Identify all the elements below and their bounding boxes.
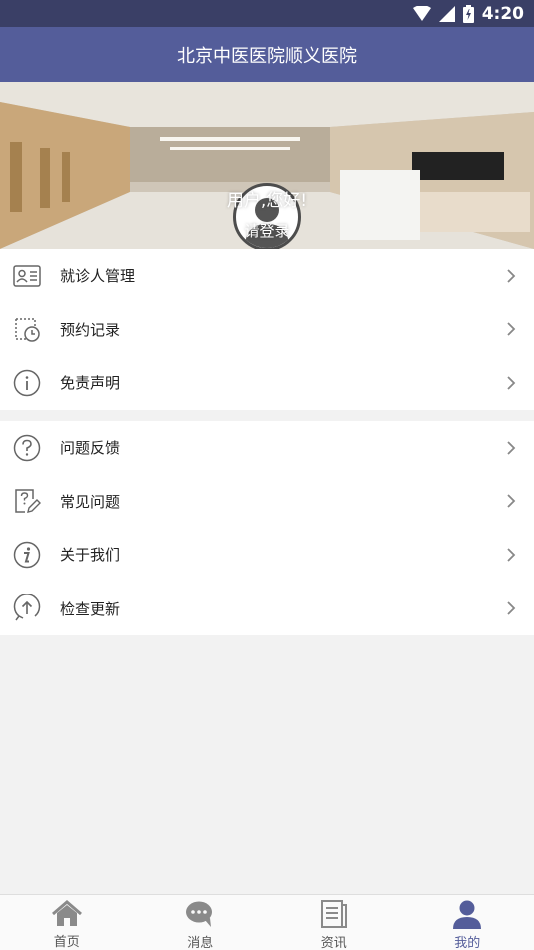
tab-mine[interactable]: 我的 xyxy=(401,895,534,950)
tab-label: 消息 xyxy=(187,936,214,950)
menu-item-faq[interactable]: 常见问题 xyxy=(0,475,534,529)
bottom-nav: 首页 消息 资讯 我的 xyxy=(0,894,534,950)
tab-label: 首页 xyxy=(53,935,80,950)
menu-label: 免责声明 xyxy=(60,374,121,393)
chevron-right-icon xyxy=(506,600,516,616)
menu-label: 关于我们 xyxy=(60,546,121,565)
signal-icon xyxy=(438,5,455,22)
menu-group-secondary: 问题反馈 常见问题 关于我们 检查更新 xyxy=(0,421,534,635)
page-title: 北京中医医院顺义医院 xyxy=(177,45,357,67)
tab-news[interactable]: 资讯 xyxy=(267,895,401,950)
status-bar: 4:20 xyxy=(0,0,534,27)
chevron-right-icon xyxy=(506,375,516,391)
app-header: 北京中医医院顺义医院 xyxy=(0,27,534,82)
home-icon xyxy=(51,899,83,928)
chevron-right-icon xyxy=(506,547,516,563)
menu-item-appointment-records[interactable]: 预约记录 xyxy=(0,303,534,357)
profile-banner: 用户,您好! 请登录 xyxy=(0,82,534,249)
chevron-right-icon xyxy=(506,493,516,509)
menu-label: 常见问题 xyxy=(60,492,121,511)
info-circle-icon xyxy=(12,368,42,398)
calendar-clock-icon xyxy=(12,314,42,344)
chat-icon xyxy=(184,899,216,929)
chevron-right-icon xyxy=(506,321,516,337)
tab-home[interactable]: 首页 xyxy=(0,895,134,950)
menu-item-check-update[interactable]: 检查更新 xyxy=(0,582,534,636)
person-icon xyxy=(451,899,483,929)
chevron-right-icon xyxy=(506,268,516,284)
menu-item-disclaimer[interactable]: 免责声明 xyxy=(0,356,534,410)
menu-label: 检查更新 xyxy=(60,599,121,618)
menu-label: 就诊人管理 xyxy=(60,267,136,286)
patient-card-icon xyxy=(12,261,42,291)
menu-label: 预约记录 xyxy=(60,320,121,339)
info-italic-icon xyxy=(12,540,42,570)
menu-item-patient-management[interactable]: 就诊人管理 xyxy=(0,249,534,303)
menu-item-feedback[interactable]: 问题反馈 xyxy=(0,421,534,475)
wifi-icon xyxy=(412,5,431,22)
news-icon xyxy=(318,899,350,929)
question-edit-icon xyxy=(12,486,42,516)
menu-label: 问题反馈 xyxy=(60,439,121,458)
status-time: 4:20 xyxy=(481,3,524,24)
user-greeting: 用户,您好! xyxy=(226,191,308,211)
menu-group-primary: 就诊人管理 预约记录 免责声明 xyxy=(0,249,534,410)
question-circle-icon xyxy=(12,433,42,463)
tab-label: 我的 xyxy=(454,936,481,950)
chevron-right-icon xyxy=(506,440,516,456)
upload-circle-icon xyxy=(12,593,42,623)
battery-icon xyxy=(462,4,474,23)
menu-item-about-us[interactable]: 关于我们 xyxy=(0,528,534,582)
tab-label: 资讯 xyxy=(320,936,347,950)
tab-messages[interactable]: 消息 xyxy=(134,895,268,950)
login-link[interactable]: 请登录 xyxy=(0,220,534,241)
